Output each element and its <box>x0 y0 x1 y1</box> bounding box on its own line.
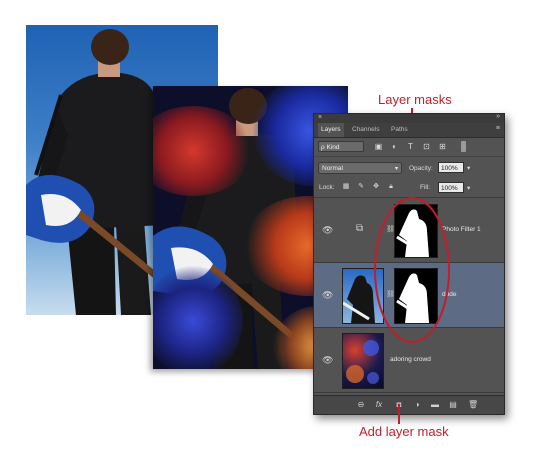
blend-row: Normal ▾ Opacity: 100% ▾ <box>314 159 504 177</box>
blend-mode-value: Normal <box>322 165 343 172</box>
fill-label: Fill: <box>420 184 431 191</box>
lock-row: Lock: ▦ ✎ ✥ 🔒︎ Fill: 100% ▾ <box>314 179 504 198</box>
lock-all-icon[interactable]: 🔒︎ <box>387 183 395 191</box>
layer-photo-filter[interactable]: 👁︎ ⧉ ⛓︎ Photo Filter 1 <box>314 198 504 263</box>
layer-name: dude <box>442 291 457 298</box>
tab-paths[interactable]: Paths <box>388 123 411 137</box>
panel-menu-icon[interactable]: ≡ <box>496 125 500 132</box>
link-layers-icon[interactable]: ⊖ <box>356 400 366 410</box>
adjustment-layer-icon: ⧉ <box>356 223 364 234</box>
filter-kind-dropdown[interactable]: ρ Kind <box>318 141 364 152</box>
layer-adoring-crowd[interactable]: 👁︎ adoring crowd <box>314 328 504 393</box>
add-layer-mask-callout: Add layer mask <box>359 424 449 439</box>
filter-toggle[interactable] <box>461 141 466 152</box>
new-group-icon[interactable]: ▬ <box>430 400 440 410</box>
type-filter-icon[interactable]: T <box>406 142 415 151</box>
fx-icon[interactable]: fx <box>374 400 384 410</box>
layer-thumbnail[interactable] <box>342 268 384 324</box>
new-adjustment-layer-icon[interactable]: ◑ <box>412 400 422 410</box>
layer-name: adoring crowd <box>390 356 431 363</box>
layer-mask-thumbnail[interactable] <box>394 268 438 324</box>
close-icon[interactable]: × <box>318 114 322 121</box>
layer-name: Photo Filter 1 <box>442 226 481 233</box>
fill-input[interactable]: 100% <box>438 182 464 193</box>
chevron-down-icon[interactable]: ▾ <box>467 164 470 172</box>
chevron-down-icon[interactable]: ▾ <box>467 184 470 192</box>
lock-label: Lock: <box>319 184 335 191</box>
layers-panel: × » Layers Channels Paths ≡ ρ Kind ▣ ◐ T… <box>313 113 505 415</box>
panel-titlebar: × » <box>314 113 504 123</box>
smart-object-filter-icon[interactable]: ⊞ <box>438 142 447 151</box>
panel-bottom-toolbar: ⊖ fx ◙ ◑ ▬ ▤ 🗑︎ <box>314 395 504 414</box>
opacity-label: Opacity: <box>409 165 433 172</box>
add-layer-mask-leader-line <box>398 404 400 424</box>
opacity-input[interactable]: 100% <box>438 162 464 173</box>
image-filter-icon[interactable]: ▣ <box>374 142 383 151</box>
lock-transparent-icon[interactable]: ▦ <box>342 183 350 191</box>
layer-dude[interactable]: 👁︎ ⛓︎ dude <box>314 263 504 328</box>
lock-pixels-icon[interactable]: ✎ <box>357 183 365 191</box>
tab-channels[interactable]: Channels <box>349 123 382 137</box>
visibility-eye-icon[interactable]: 👁︎ <box>322 290 333 301</box>
chevron-down-icon: ▾ <box>394 166 398 172</box>
layer-thumbnail[interactable] <box>342 333 384 389</box>
new-layer-icon[interactable]: ▤ <box>448 400 458 410</box>
visibility-eye-icon[interactable]: 👁︎ <box>322 355 333 366</box>
lock-position-icon[interactable]: ✥ <box>372 183 380 191</box>
shape-filter-icon[interactable]: ⊡ <box>422 142 431 151</box>
layer-mask-thumbnail[interactable] <box>394 204 438 258</box>
tab-layers[interactable]: Layers <box>318 123 344 137</box>
filter-row: ρ Kind ▣ ◐ T ⊡ ⊞ <box>314 138 504 157</box>
blend-mode-dropdown[interactable]: Normal ▾ <box>318 162 402 174</box>
panel-tabs: Layers Channels Paths ≡ <box>314 123 504 138</box>
collapse-icon[interactable]: » <box>496 113 500 120</box>
trash-icon[interactable]: 🗑︎ <box>468 400 478 410</box>
visibility-eye-icon[interactable]: 👁︎ <box>322 225 333 236</box>
adjustment-filter-icon[interactable]: ◐ <box>390 142 399 151</box>
layer-masks-callout: Layer masks <box>378 92 452 107</box>
